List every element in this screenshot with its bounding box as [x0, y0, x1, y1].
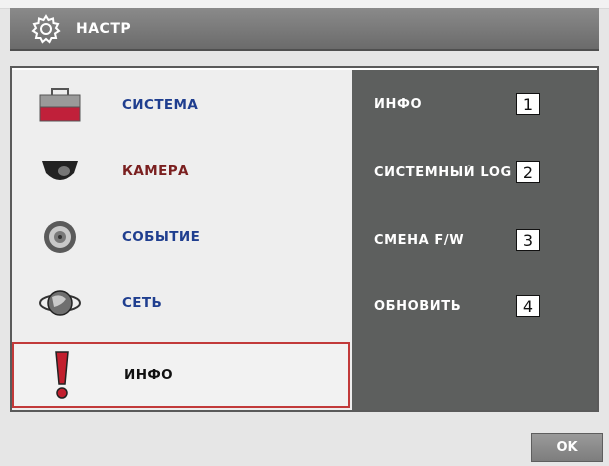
- submenu-label-change-fw: СМЕНА F/W: [374, 232, 465, 248]
- camera-icon: [32, 147, 88, 195]
- gear-icon: [31, 13, 61, 44]
- submenu-item-system-log[interactable]: СИСТЕМНЫЙ LOG 2: [352, 142, 597, 202]
- menu-label-network: СЕТЬ: [122, 295, 163, 311]
- menu-item-system[interactable]: СИСТЕМА: [12, 72, 350, 138]
- menu-label-event: СОБЫТИЕ: [122, 229, 201, 245]
- exclamation-icon: [34, 351, 90, 399]
- submenu-label-info: ИНФО: [374, 96, 423, 112]
- ok-button[interactable]: OK: [531, 433, 603, 462]
- submenu-label-update: ОБНОВИТЬ: [374, 298, 462, 314]
- menu-item-camera[interactable]: КАМЕРА: [12, 138, 350, 204]
- submenu-item-change-fw[interactable]: СМЕНА F/W 3: [352, 210, 597, 270]
- menu-item-info[interactable]: ИНФО: [12, 342, 350, 408]
- menu-label-system: СИСТЕМА: [122, 97, 199, 113]
- submenu-pane: ИНФО 1 СИСТЕМНЫЙ LOG 2 СМЕНА F/W 3 ОБНОВ…: [352, 70, 597, 410]
- number-badge: 2: [516, 161, 540, 183]
- submenu-label-system-log: СИСТЕМНЫЙ LOG: [374, 164, 512, 180]
- toolbox-icon: [32, 81, 88, 129]
- network-globe-icon: [32, 279, 88, 327]
- title-bar: НАСТР: [10, 8, 599, 51]
- page-title: НАСТР: [76, 20, 132, 37]
- menu-list: СИСТЕМА КАМЕРА СОБЫТИЕ СЕТЬ ИНФО: [12, 70, 352, 410]
- number-badge: 1: [516, 93, 540, 115]
- number-badge: 3: [516, 229, 540, 251]
- submenu-item-update[interactable]: ОБНОВИТЬ 4: [352, 276, 597, 336]
- menu-item-event[interactable]: СОБЫТИЕ: [12, 204, 350, 270]
- number-badge: 4: [516, 295, 540, 317]
- menu-label-camera: КАМЕРА: [122, 163, 189, 179]
- submenu-item-info[interactable]: ИНФО 1: [352, 74, 597, 134]
- menu-label-info: ИНФО: [124, 367, 174, 383]
- event-icon: [32, 213, 88, 261]
- menu-item-network[interactable]: СЕТЬ: [12, 270, 350, 336]
